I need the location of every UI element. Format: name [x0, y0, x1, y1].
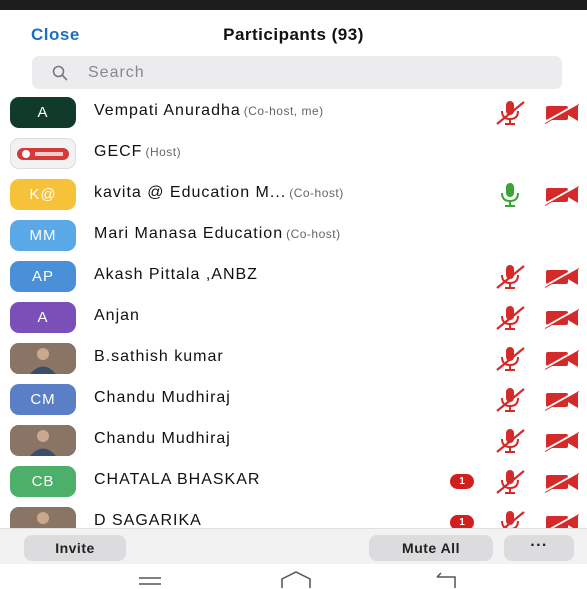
video-off-icon[interactable] — [543, 306, 581, 329]
profile-photo-icon — [10, 343, 76, 374]
profile-photo-icon — [10, 425, 76, 456]
participant-name: D SAGARIKA — [94, 512, 202, 528]
participant-name-text: B.sathish kumar — [94, 348, 224, 365]
avatar: CB — [10, 466, 76, 497]
mic-muted-icon[interactable] — [494, 427, 526, 454]
participant-name: Mari Manasa Education (Co-host) — [94, 225, 341, 243]
participant-list[interactable]: A Vempati Anuradha (Co-host, me) GECF (Host)… — [0, 92, 587, 528]
participant-name: Chandu Mudhiraj — [94, 389, 231, 407]
participant-name-text: Chandu Mudhiraj — [94, 389, 231, 406]
participant-row[interactable]: MM Mari Manasa Education (Co-host) — [0, 215, 587, 256]
avatar: MM — [10, 220, 76, 251]
participant-role: (Co-host) — [289, 186, 344, 200]
participant-row[interactable]: D SAGARIKA 1 — [0, 502, 587, 528]
more-options-button[interactable]: ··· — [504, 535, 574, 561]
participant-name-text: kavita @ Education M... — [94, 184, 287, 201]
avatar — [10, 138, 76, 169]
video-off-icon[interactable] — [543, 511, 581, 528]
avatar-initials: CB — [31, 473, 55, 490]
avatar-initials: AP — [31, 268, 54, 285]
home-icon[interactable] — [279, 570, 313, 589]
header: Participants (93) Close — [0, 22, 587, 52]
video-off-icon[interactable] — [543, 347, 581, 370]
profile-photo-icon — [10, 507, 76, 528]
mic-muted-icon[interactable] — [494, 263, 526, 290]
avatar: CM — [10, 384, 76, 415]
participant-name-text: CHATALA BHASKAR — [94, 471, 261, 488]
participant-name-text: Mari Manasa Education — [94, 225, 284, 242]
participant-role: (Host) — [145, 145, 182, 159]
participant-role: (Co-host) — [286, 227, 341, 241]
participant-name: kavita @ Education M... (Co-host) — [94, 184, 344, 202]
close-button[interactable]: Close — [31, 25, 80, 45]
participant-name-text: Anjan — [94, 307, 140, 324]
participant-role: (Co-host, me) — [243, 104, 324, 118]
avatar — [10, 507, 76, 528]
mic-icon[interactable] — [494, 181, 526, 208]
participant-name-text: Chandu Mudhiraj — [94, 430, 231, 447]
mic-muted-icon[interactable] — [494, 304, 526, 331]
participant-row[interactable]: K@ kavita @ Education M... (Co-host) — [0, 174, 587, 215]
avatar — [10, 343, 76, 374]
participant-row[interactable]: GECF (Host) — [0, 133, 587, 174]
participant-row[interactable]: AP Akash Pittala ,ANBZ — [0, 256, 587, 297]
video-off-icon[interactable] — [543, 470, 581, 493]
chat-badge: 1 — [450, 474, 474, 489]
search-icon — [52, 65, 68, 81]
participant-row[interactable]: Chandu Mudhiraj — [0, 420, 587, 461]
participant-row[interactable]: B.sathish kumar — [0, 338, 587, 379]
avatar-initials: A — [37, 104, 49, 121]
video-off-icon[interactable] — [543, 183, 581, 206]
participant-name-text: D SAGARIKA — [94, 512, 202, 528]
avatar — [10, 425, 76, 456]
mic-muted-icon[interactable] — [494, 509, 526, 528]
participant-name: B.sathish kumar — [94, 348, 224, 366]
avatar-initials: MM — [29, 227, 57, 244]
participant-row[interactable]: A Vempati Anuradha (Co-host, me) — [0, 92, 587, 133]
avatar-initials: K@ — [29, 186, 57, 203]
avatar-initials: A — [37, 309, 49, 326]
status-bar — [0, 0, 587, 10]
logo-icon — [17, 148, 69, 160]
menu-icon[interactable] — [137, 574, 163, 588]
participant-name: Vempati Anuradha (Co-host, me) — [94, 102, 324, 120]
video-off-icon[interactable] — [543, 265, 581, 288]
video-off-icon[interactable] — [543, 388, 581, 411]
system-nav-bar — [0, 564, 587, 589]
avatar: K@ — [10, 179, 76, 210]
avatar-initials: CM — [30, 391, 56, 408]
bottom-toolbar: Invite Mute All ··· — [0, 528, 587, 564]
participant-name-text: Vempati Anuradha — [94, 102, 241, 119]
search-input[interactable]: Search — [88, 64, 145, 82]
search-bar[interactable]: Search — [32, 56, 562, 89]
avatar: A — [10, 97, 76, 128]
participant-row[interactable]: A Anjan — [0, 297, 587, 338]
invite-button[interactable]: Invite — [24, 535, 126, 561]
mic-muted-icon[interactable] — [494, 99, 526, 126]
mute-all-button[interactable]: Mute All — [369, 535, 493, 561]
video-off-icon[interactable] — [543, 429, 581, 452]
participant-name-text: Akash Pittala ,ANBZ — [94, 266, 258, 283]
participant-name: Chandu Mudhiraj — [94, 430, 231, 448]
mic-muted-icon[interactable] — [494, 468, 526, 495]
participant-name: CHATALA BHASKAR — [94, 471, 260, 489]
avatar: AP — [10, 261, 76, 292]
video-off-icon[interactable] — [543, 101, 581, 124]
back-icon[interactable] — [433, 571, 459, 589]
participant-name-text: GECF — [94, 143, 143, 160]
page-title: Participants (93) — [223, 25, 364, 44]
participant-row[interactable]: CB CHATALA BHASKAR 1 — [0, 461, 587, 502]
participant-name: Akash Pittala ,ANBZ — [94, 266, 258, 284]
participant-name: Anjan — [94, 307, 140, 325]
participant-row[interactable]: CM Chandu Mudhiraj — [0, 379, 587, 420]
mic-muted-icon[interactable] — [494, 345, 526, 372]
participant-name: GECF (Host) — [94, 143, 181, 161]
avatar: A — [10, 302, 76, 333]
mic-muted-icon[interactable] — [494, 386, 526, 413]
chat-badge: 1 — [450, 515, 474, 528]
